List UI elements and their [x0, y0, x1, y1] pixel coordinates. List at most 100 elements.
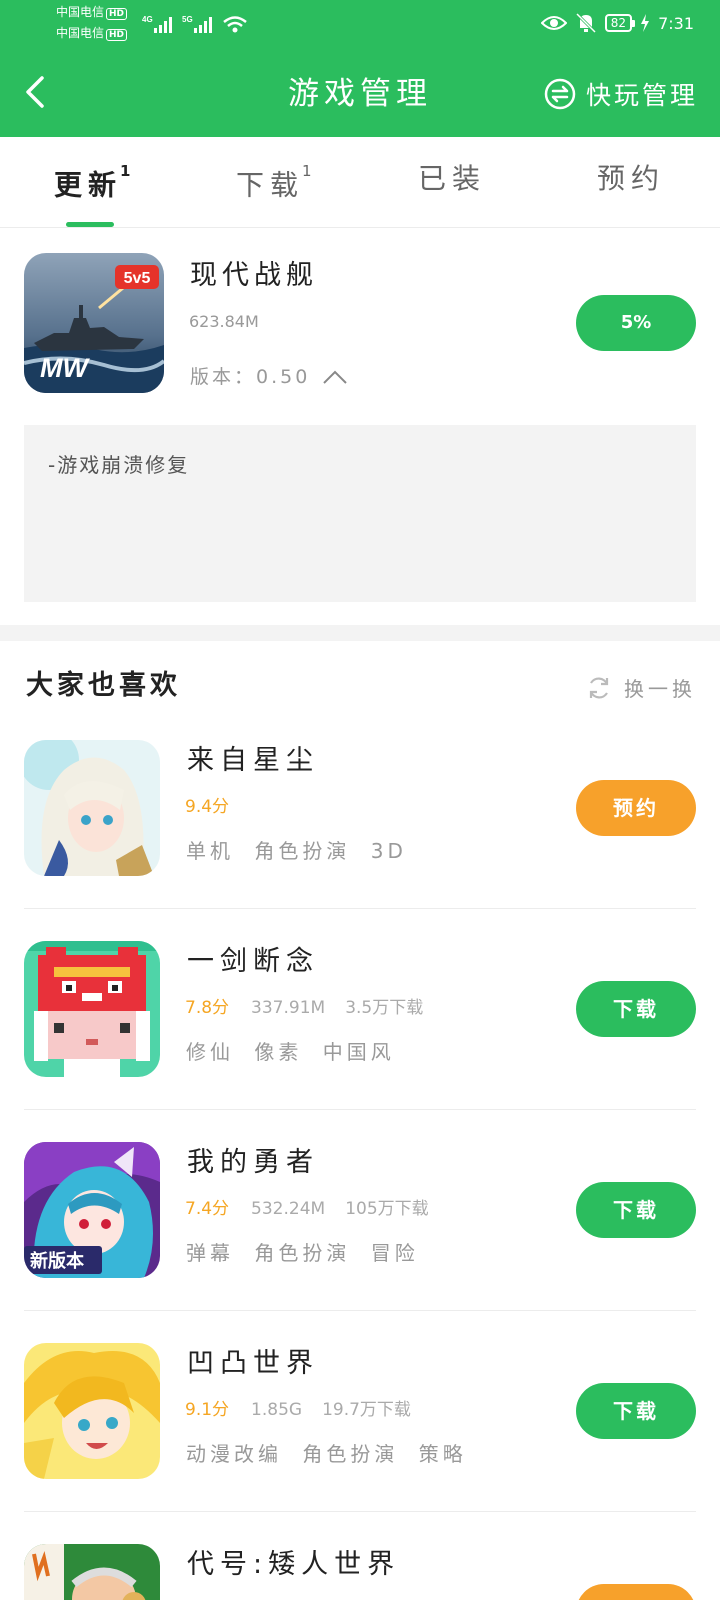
reserve-button[interactable]: 预约: [576, 780, 696, 836]
chevron-up-icon[interactable]: [322, 369, 348, 385]
update-version-toggle[interactable]: 版本：0.50: [190, 365, 348, 389]
download-button[interactable]: 下载: [576, 1182, 696, 1238]
status-bar: 中国电信 HD 中国电信 HD 4G 5G 82 7:31: [0, 0, 720, 50]
refresh-label: 换一换: [624, 677, 696, 701]
game-meta: 9.4分: [185, 795, 251, 819]
game-score: 9.4分: [185, 797, 230, 817]
game-tag: 策略: [418, 1442, 467, 1466]
refresh-icon: [589, 677, 609, 698]
update-progress-button[interactable]: 5%: [576, 295, 696, 351]
game-meta: 9.1分 1.85G 19.7万下载: [185, 1398, 411, 1422]
quick-manage-label: 快玩管理: [585, 81, 698, 110]
tab-installed[interactable]: 已装: [418, 161, 486, 197]
icon-new-version-badge: 新版本: [30, 1250, 84, 1272]
reserve-button[interactable]: [576, 1584, 696, 1600]
game-tags: 修仙 像素 中国风: [186, 1039, 405, 1065]
game-tag: 弹幕: [186, 1241, 234, 1265]
icon-5v5-badge: 5v5: [124, 270, 151, 287]
carrier-1: 中国电信 HD: [56, 5, 128, 20]
tab-reserved[interactable]: 预约: [597, 161, 665, 197]
game-icon-aotu-world[interactable]: [24, 1343, 160, 1479]
icon-mw-logo: MW: [40, 353, 90, 383]
carrier-2: 中国电信 HD: [56, 26, 128, 41]
tab-update[interactable]: 更新1: [54, 161, 130, 203]
update-version-label: 版本：0.50: [190, 366, 311, 388]
wifi-icon: [223, 16, 247, 33]
list-item[interactable]: 新版本 我的勇者 7.4分 532.24M 105万下载 弹幕 角色扮演 冒险 下载: [0, 1142, 720, 1343]
quick-manage-button[interactable]: 快玩管理: [544, 74, 698, 114]
tab-bar: 更新1 下载1 已装 预约: [0, 137, 720, 228]
list-item[interactable]: 来自星尘 9.4分 单机 角色扮演 3D 预约: [0, 740, 720, 941]
game-tag: 像素: [254, 1040, 303, 1064]
divider: [24, 1109, 696, 1110]
game-tag: 角色扮演: [254, 1241, 351, 1265]
game-icon-yijian[interactable]: [24, 941, 160, 1077]
signal-4g-icon: 4G: [142, 15, 172, 33]
net-4g-label: 4G: [142, 15, 153, 24]
tab-update-count: 1: [120, 162, 131, 180]
game-tag: 单机: [186, 839, 234, 863]
battery-indicator: 82: [604, 14, 636, 32]
divider: [24, 1511, 696, 1512]
game-tag: 角色扮演: [254, 839, 351, 863]
refresh-button[interactable]: 换一换: [586, 673, 696, 702]
tab-download[interactable]: 下载1: [236, 161, 312, 203]
game-meta: 7.4分 532.24M 105万下载: [185, 1197, 429, 1221]
game-downloads: 19.7万下载: [322, 1400, 411, 1420]
clock: 7:31: [658, 13, 694, 33]
switch-icon: [544, 78, 576, 110]
divider: [24, 908, 696, 909]
status-right: 82 7:31: [540, 11, 694, 35]
game-meta: 7.8分 337.91M 3.5万下载: [185, 996, 423, 1020]
game-tag: 3D: [370, 839, 407, 863]
section-divider: [0, 625, 720, 641]
carrier-1-label: 中国电信: [56, 5, 105, 19]
carrier-2-label: 中国电信: [56, 26, 105, 40]
tab-download-count: 1: [302, 162, 312, 180]
update-game-name[interactable]: 现代战舰: [190, 258, 318, 294]
download-button[interactable]: 下载: [576, 981, 696, 1037]
list-item[interactable]: 凹凸世界 9.1分 1.85G 19.7万下载 动漫改编 角色扮演 策略 下载: [0, 1343, 720, 1544]
game-name[interactable]: 来自星尘: [187, 743, 319, 779]
mute-bell-icon: [575, 12, 596, 34]
game-icon-stardust[interactable]: [24, 740, 160, 876]
game-tags: 单机 角色扮演 3D: [186, 838, 417, 864]
app-header: 中国电信 HD 中国电信 HD 4G 5G 82 7:31 游戏管理 快玩管理: [0, 0, 720, 137]
game-name[interactable]: 我的勇者: [187, 1145, 319, 1181]
game-name[interactable]: 一剑断念: [187, 944, 319, 980]
game-downloads: 3.5万下载: [345, 998, 424, 1018]
game-tag: 角色扮演: [302, 1442, 399, 1466]
game-size: 337.91M: [251, 998, 326, 1018]
modern-warships-icon[interactable]: 5v5 MW: [24, 253, 164, 393]
game-icon-dwarf-world[interactable]: [24, 1544, 160, 1600]
game-score: 7.8分: [185, 998, 230, 1018]
game-tags: 动漫改编 角色扮演 策略: [186, 1441, 477, 1467]
nav-bar: 游戏管理 快玩管理: [0, 60, 720, 126]
signal-5g-icon: 5G: [182, 15, 212, 33]
tab-update-label: 更新: [54, 168, 123, 202]
tab-installed-label: 已装: [418, 162, 487, 195]
update-notes-text: -游戏崩溃修复: [48, 453, 190, 477]
update-game-size: 623.84M: [189, 312, 259, 331]
game-icon-my-hero[interactable]: 新版本: [24, 1142, 160, 1278]
list-item[interactable]: 代号:矮人世界: [0, 1544, 720, 1600]
game-size: 1.85G: [251, 1400, 303, 1420]
game-tags: 弹幕 角色扮演 冒险: [186, 1240, 429, 1266]
game-name[interactable]: 凹凸世界: [187, 1346, 319, 1382]
download-button[interactable]: 下载: [576, 1383, 696, 1439]
game-name[interactable]: 代号:矮人世界: [187, 1547, 400, 1583]
game-tag: 中国风: [322, 1040, 395, 1064]
game-downloads: 105万下载: [345, 1199, 429, 1219]
recommend-section-title: 大家也喜欢: [26, 670, 181, 701]
game-score: 9.1分: [185, 1400, 230, 1420]
active-tab-indicator: [66, 222, 114, 227]
hd-badge-2: HD: [106, 29, 128, 41]
net-5g-label: 5G: [182, 15, 193, 24]
game-size: 532.24M: [251, 1199, 326, 1219]
charging-icon: [641, 14, 650, 32]
eye-icon: [540, 16, 567, 30]
update-notes: -游戏崩溃修复: [24, 425, 696, 602]
game-score: 7.4分: [185, 1199, 230, 1219]
list-item[interactable]: 一剑断念 7.8分 337.91M 3.5万下载 修仙 像素 中国风 下载: [0, 941, 720, 1142]
game-tag: 修仙: [186, 1040, 234, 1064]
